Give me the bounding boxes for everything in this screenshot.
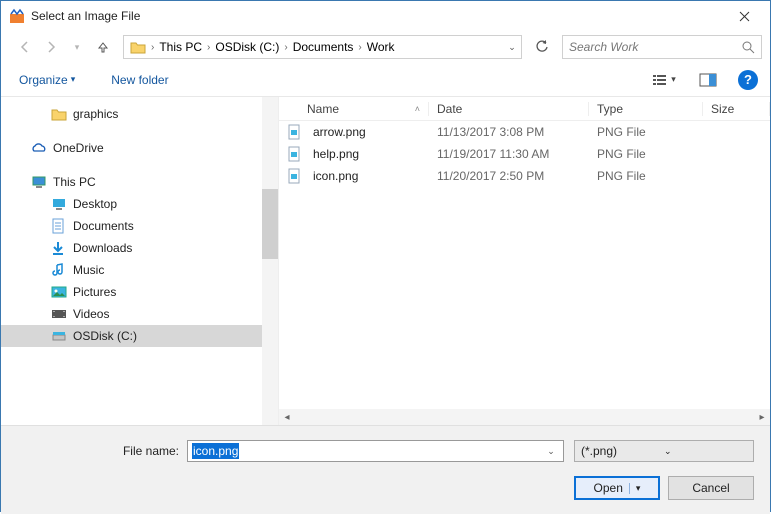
search-box[interactable]: Search Work xyxy=(562,35,762,59)
scroll-left-icon[interactable]: ◂ xyxy=(279,412,295,423)
view-mode-button[interactable]: ▾ xyxy=(644,68,684,92)
title-bar: Select an Image File xyxy=(1,1,770,31)
onedrive-icon xyxy=(31,141,47,155)
preview-pane-button[interactable] xyxy=(688,68,728,92)
recent-dropdown[interactable]: ▾ xyxy=(65,35,89,59)
tree-item-label: This PC xyxy=(53,175,96,189)
col-type[interactable]: Type xyxy=(589,102,703,116)
tree-item-label: Desktop xyxy=(73,197,117,211)
cancel-button[interactable]: Cancel xyxy=(668,476,754,500)
file-type: PNG File xyxy=(589,125,703,139)
app-icon xyxy=(9,8,25,24)
downloads-icon xyxy=(51,240,67,256)
folder-icon xyxy=(130,40,146,54)
col-size[interactable]: Size xyxy=(703,102,770,116)
up-button[interactable] xyxy=(91,35,115,59)
dialog-footer: File name: icon.png ⌄ (*.png)⌄ Open▾ Can… xyxy=(1,425,770,514)
tree-item-this-pc[interactable]: This PC xyxy=(1,171,278,193)
file-name: icon.png xyxy=(313,169,358,183)
png-file-icon xyxy=(287,168,301,184)
search-placeholder: Search Work xyxy=(569,40,742,54)
tree-item-label: Documents xyxy=(73,219,134,233)
tree-item-downloads[interactable]: Downloads xyxy=(1,237,278,259)
tree-item-label: Music xyxy=(73,263,104,277)
filename-input[interactable] xyxy=(192,444,543,458)
filename-history-dropdown[interactable]: ⌄ xyxy=(543,446,559,457)
window-title: Select an Image File xyxy=(31,9,724,23)
forward-button[interactable] xyxy=(39,35,63,59)
folder-icon xyxy=(51,107,67,121)
back-button[interactable] xyxy=(13,35,37,59)
crumb-documents[interactable]: Documents xyxy=(289,40,358,54)
tree-item-label: OneDrive xyxy=(53,141,104,155)
file-name: arrow.png xyxy=(313,125,366,139)
file-type: PNG File xyxy=(589,169,703,183)
column-headers: Name˄ Date Type Size xyxy=(279,97,770,121)
open-button[interactable]: Open▾ xyxy=(574,476,660,500)
crumb-this-pc[interactable]: This PC xyxy=(155,40,206,54)
crumb-osdisk[interactable]: OSDisk (C:) xyxy=(211,40,283,54)
filename-label: File name: xyxy=(1,444,187,458)
tree-item-videos[interactable]: Videos xyxy=(1,303,278,325)
tree-item-label: Downloads xyxy=(73,241,132,255)
tree-item-music[interactable]: Music xyxy=(1,259,278,281)
toolbar: Organize▾ New folder ▾ ? xyxy=(1,63,770,97)
close-button[interactable] xyxy=(724,2,764,30)
disk-icon xyxy=(51,329,67,343)
file-row[interactable]: help.png 11/19/2017 11:30 AMPNG File xyxy=(279,143,770,165)
desktop-icon xyxy=(51,197,67,211)
png-file-icon xyxy=(287,146,301,162)
scroll-right-icon[interactable]: ▸ xyxy=(754,412,770,423)
pc-icon xyxy=(31,175,47,189)
file-type: PNG File xyxy=(589,147,703,161)
col-date[interactable]: Date xyxy=(429,102,589,116)
file-date: 11/19/2017 11:30 AM xyxy=(429,147,589,161)
file-date: 11/20/2017 2:50 PM xyxy=(429,169,589,183)
tree-scrollbar-thumb[interactable] xyxy=(262,189,278,259)
search-icon xyxy=(742,41,755,54)
file-name: help.png xyxy=(313,147,359,161)
file-type-filter[interactable]: (*.png)⌄ xyxy=(574,440,754,462)
filename-input-wrap[interactable]: icon.png ⌄ xyxy=(187,440,564,462)
nav-tree: graphics OneDrive This PC Desktop Documents D… xyxy=(1,97,279,425)
tree-item-label: OSDisk (C:) xyxy=(73,329,137,343)
tree-item-graphics[interactable]: graphics xyxy=(1,103,278,125)
organize-button[interactable]: Organize▾ xyxy=(13,69,81,91)
nav-bar: ▾ › This PC › OSDisk (C:) › Documents › … xyxy=(1,31,770,63)
tree-item-pictures[interactable]: Pictures xyxy=(1,281,278,303)
videos-icon xyxy=(51,307,67,321)
crumb-work[interactable]: Work xyxy=(363,40,399,54)
docs-icon xyxy=(51,218,67,234)
tree-item-desktop[interactable]: Desktop xyxy=(1,193,278,215)
file-date: 11/13/2017 3:08 PM xyxy=(429,125,589,139)
new-folder-button[interactable]: New folder xyxy=(105,69,174,91)
tree-item-documents[interactable]: Documents xyxy=(1,215,278,237)
png-file-icon xyxy=(287,124,301,140)
filename-selection: icon.png xyxy=(192,443,239,459)
file-hscrollbar[interactable]: ◂ ▸ xyxy=(279,409,770,425)
col-name[interactable]: Name˄ xyxy=(279,102,429,116)
tree-item-label: Videos xyxy=(73,307,109,321)
file-list: Name˄ Date Type Size arrow.png 11/13/2017… xyxy=(279,97,770,425)
music-icon xyxy=(51,262,67,278)
address-bar[interactable]: › This PC › OSDisk (C:) › Documents › Wo… xyxy=(123,35,522,59)
address-history-dropdown[interactable]: ⌄ xyxy=(505,42,519,53)
tree-item-onedrive[interactable]: OneDrive xyxy=(1,137,278,159)
file-row[interactable]: icon.png 11/20/2017 2:50 PMPNG File xyxy=(279,165,770,187)
tree-item-label: Pictures xyxy=(73,285,116,299)
tree-item-osdisk-c-[interactable]: OSDisk (C:) xyxy=(1,325,278,347)
tree-item-label: graphics xyxy=(73,107,118,121)
help-button[interactable]: ? xyxy=(738,70,758,90)
file-row[interactable]: arrow.png 11/13/2017 3:08 PMPNG File xyxy=(279,121,770,143)
refresh-button[interactable] xyxy=(530,36,554,58)
pictures-icon xyxy=(51,285,67,299)
tree-scrollbar[interactable] xyxy=(262,97,278,425)
